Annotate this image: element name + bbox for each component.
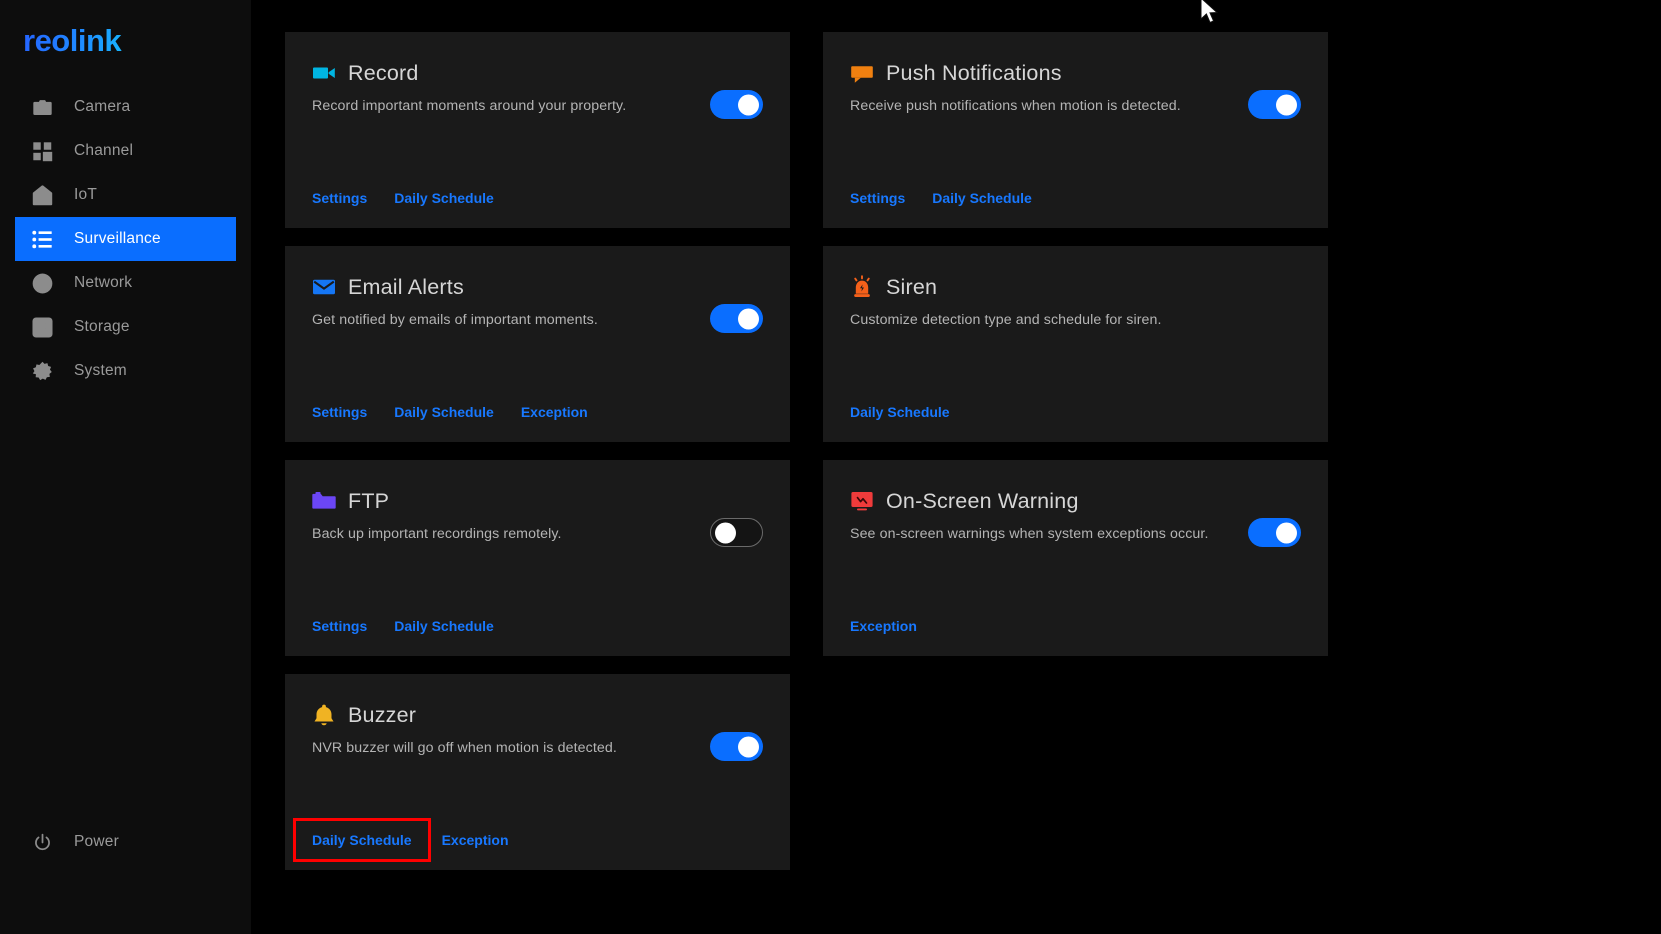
- card-title: Push Notifications: [886, 60, 1062, 85]
- link-daily-schedule[interactable]: Daily Schedule: [850, 404, 950, 420]
- camera-icon: [32, 97, 53, 118]
- toggle-switch[interactable]: [710, 90, 763, 119]
- sidebar-item-system[interactable]: System: [15, 349, 236, 393]
- sidebar-item-power[interactable]: Power: [15, 822, 119, 862]
- link-daily-schedule[interactable]: Daily Schedule: [394, 190, 494, 206]
- siren-icon: [850, 275, 874, 299]
- toggle-knob: [738, 736, 759, 757]
- card-header: Siren: [850, 272, 1301, 302]
- toggle-switch[interactable]: [1248, 90, 1301, 119]
- power-icon: [32, 832, 53, 853]
- network-icon: [32, 273, 53, 294]
- card-title: FTP: [348, 488, 390, 513]
- card-title: Siren: [886, 274, 938, 299]
- surveillance-icon: [32, 229, 53, 250]
- sidebar-item-label: Storage: [74, 318, 130, 335]
- card-links: Settings Daily Schedule Exception: [312, 404, 615, 420]
- card-links: Daily Schedule Exception: [293, 818, 536, 862]
- sidebar-item-network[interactable]: Network: [15, 261, 236, 305]
- card-email-alerts: Email Alerts Get notified by emails of im…: [285, 246, 790, 442]
- card-buzzer: Buzzer NVR buzzer will go off when motion…: [285, 674, 790, 870]
- toggle-knob: [738, 308, 759, 329]
- feature-card-grid: Record Record important moments around yo…: [285, 32, 1328, 870]
- toggle-knob: [1276, 94, 1297, 115]
- sidebar-item-label: Camera: [74, 98, 131, 115]
- card-header: Record: [312, 58, 763, 88]
- storage-icon: [32, 316, 53, 338]
- card-siren: Siren Customize detection type and schedu…: [823, 246, 1328, 442]
- sidebar-item-camera[interactable]: Camera: [15, 85, 236, 129]
- card-on-screen-warning: On-Screen Warning See on-screen warnings …: [823, 460, 1328, 656]
- card-description: See on-screen warnings when system excep…: [850, 526, 1209, 542]
- app-window: reolink Camera Channel IoT Surveillance Netw…: [0, 0, 1661, 934]
- card-description: NVR buzzer will go off when motion is de…: [312, 740, 617, 756]
- sidebar-item-label: Surveillance: [74, 230, 161, 247]
- link-settings[interactable]: Settings: [312, 618, 367, 634]
- card-title: Record: [348, 60, 419, 85]
- sidebar: reolink Camera Channel IoT Surveillance Netw…: [0, 0, 251, 934]
- link-daily-schedule[interactable]: Daily Schedule: [394, 618, 494, 634]
- camcorder-icon: [312, 61, 336, 85]
- sidebar-item-label: Network: [74, 274, 133, 291]
- sidebar-item-storage[interactable]: Storage: [15, 305, 236, 349]
- sidebar-item-label: Power: [74, 833, 119, 850]
- link-settings[interactable]: Settings: [312, 190, 367, 206]
- card-header: Buzzer: [312, 700, 763, 730]
- card-links: Settings Daily Schedule: [312, 190, 521, 206]
- card-record: Record Record important moments around yo…: [285, 32, 790, 228]
- channel-icon: [32, 141, 53, 162]
- card-title: On-Screen Warning: [886, 488, 1079, 513]
- monitor-warning-icon: [850, 489, 874, 513]
- link-daily-schedule[interactable]: Daily Schedule: [293, 818, 431, 862]
- card-description: Receive push notifications when motion i…: [850, 98, 1181, 114]
- iot-icon: [32, 184, 53, 206]
- card-links: Settings Daily Schedule: [312, 618, 521, 634]
- bell-icon: [312, 703, 336, 727]
- main-content: Record Record important moments around yo…: [251, 0, 1661, 934]
- toggle-switch[interactable]: [710, 304, 763, 333]
- sidebar-nav: Camera Channel IoT Surveillance Network Stora…: [0, 85, 251, 393]
- link-exception[interactable]: Exception: [442, 832, 509, 848]
- card-description: Customize detection type and schedule fo…: [850, 312, 1162, 328]
- envelope-icon: [312, 275, 336, 299]
- card-links: Exception: [850, 618, 944, 634]
- toggle-switch[interactable]: [710, 732, 763, 761]
- link-settings[interactable]: Settings: [312, 404, 367, 420]
- toggle-knob: [715, 522, 736, 543]
- sidebar-item-iot[interactable]: IoT: [15, 173, 236, 217]
- sidebar-item-channel[interactable]: Channel: [15, 129, 236, 173]
- toggle-switch[interactable]: [1248, 518, 1301, 547]
- card-push-notifications: Push Notifications Receive push notificat…: [823, 32, 1328, 228]
- link-exception[interactable]: Exception: [850, 618, 917, 634]
- link-daily-schedule[interactable]: Daily Schedule: [932, 190, 1032, 206]
- speech-bubble-icon: [850, 61, 874, 85]
- system-icon: [32, 361, 53, 382]
- toggle-switch[interactable]: [710, 518, 763, 547]
- sidebar-item-label: Channel: [74, 142, 134, 159]
- card-description: Record important moments around your pro…: [312, 98, 627, 114]
- reolink-logo: reolink: [23, 24, 153, 58]
- sidebar-item-label: IoT: [74, 186, 97, 203]
- card-header: Push Notifications: [850, 58, 1301, 88]
- link-daily-schedule[interactable]: Daily Schedule: [394, 404, 494, 420]
- card-description: Get notified by emails of important mome…: [312, 312, 598, 328]
- card-header: FTP: [312, 486, 763, 516]
- link-exception[interactable]: Exception: [521, 404, 588, 420]
- card-links: Daily Schedule: [850, 404, 977, 420]
- card-description: Back up important recordings remotely.: [312, 526, 562, 542]
- card-ftp: FTP Back up important recordings remotely…: [285, 460, 790, 656]
- link-settings[interactable]: Settings: [850, 190, 905, 206]
- toggle-knob: [1276, 522, 1297, 543]
- card-title: Email Alerts: [348, 274, 464, 299]
- card-title: Buzzer: [348, 702, 417, 727]
- card-links: Settings Daily Schedule: [850, 190, 1059, 206]
- folder-icon: [312, 489, 336, 513]
- sidebar-item-surveillance[interactable]: Surveillance: [15, 217, 236, 261]
- card-header: Email Alerts: [312, 272, 763, 302]
- toggle-knob: [738, 94, 759, 115]
- card-header: On-Screen Warning: [850, 486, 1301, 516]
- sidebar-item-label: System: [74, 362, 127, 379]
